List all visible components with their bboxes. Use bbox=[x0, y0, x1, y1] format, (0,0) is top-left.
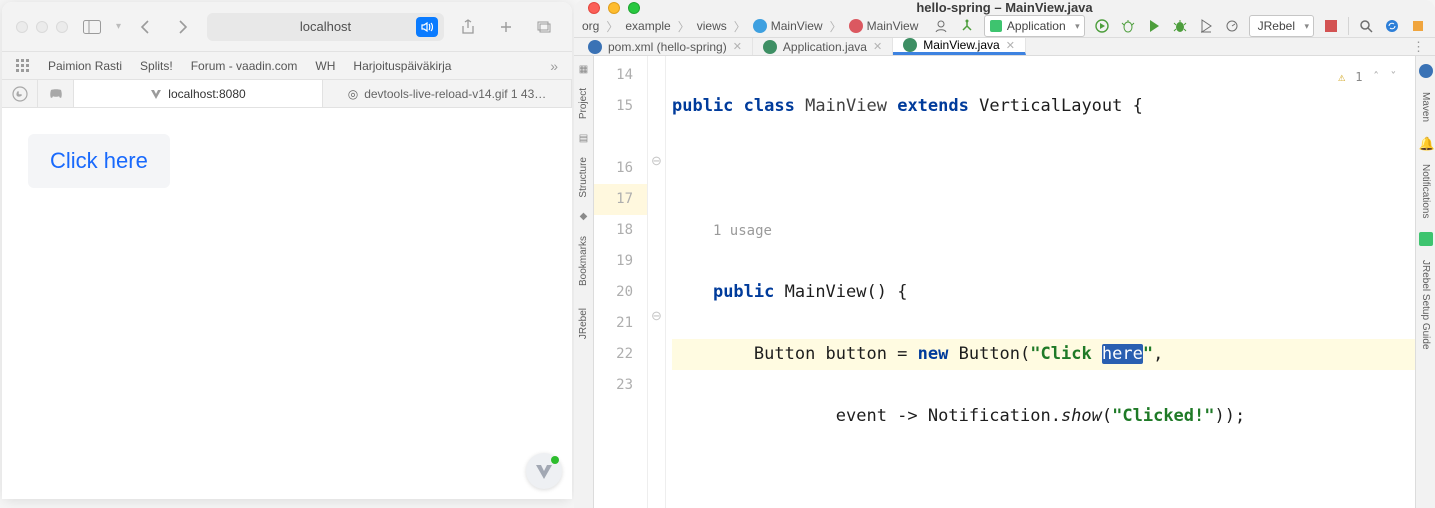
close-icon[interactable]: ✕ bbox=[733, 40, 742, 53]
selection: here bbox=[1102, 344, 1143, 364]
notification-icon[interactable]: 🔔 bbox=[1419, 136, 1433, 150]
structure-icon[interactable]: ▤ bbox=[577, 131, 591, 145]
rail-structure[interactable]: Structure bbox=[578, 147, 589, 208]
fold-icon[interactable]: ⊖ bbox=[648, 153, 665, 184]
code-area[interactable]: public class MainView extends VerticalLa… bbox=[666, 56, 1415, 508]
safari-toolbar: ▾ localhost bbox=[2, 2, 572, 52]
fold-icon[interactable]: ⊖ bbox=[648, 308, 665, 339]
file-tab[interactable]: MainView.java✕ bbox=[893, 38, 1026, 55]
rail-bookmarks[interactable]: Bookmarks bbox=[578, 226, 589, 296]
vaadin-icon bbox=[150, 88, 162, 100]
class-icon bbox=[763, 40, 777, 54]
rail-jrebel[interactable]: JRebel bbox=[578, 298, 589, 349]
bookmark-item[interactable]: Paimion Rasti bbox=[48, 59, 122, 73]
run-icon[interactable] bbox=[1145, 17, 1163, 35]
next-highlight-icon[interactable]: ˇ bbox=[1390, 62, 1397, 93]
click-here-button[interactable]: Click here bbox=[28, 134, 170, 188]
close-icon[interactable]: ✕ bbox=[1006, 39, 1015, 52]
image-icon: ◎ bbox=[348, 87, 358, 101]
inspection-badges[interactable]: ⚠1 ˆ ˇ bbox=[1338, 62, 1397, 93]
tab-label: localhost:8080 bbox=[168, 87, 245, 101]
bookmark-item[interactable]: Forum - vaadin.com bbox=[191, 59, 298, 73]
gutter[interactable]: 14 15 16 17 18 19 20 21 22 23 bbox=[594, 56, 648, 508]
run-config-select[interactable]: Application bbox=[984, 15, 1085, 37]
branch-icon[interactable] bbox=[958, 17, 976, 35]
profile-icon[interactable] bbox=[1223, 17, 1241, 35]
bookmark-icon[interactable]: ◆ bbox=[577, 210, 591, 224]
maven-icon[interactable] bbox=[1419, 64, 1433, 78]
browser-tab[interactable]: localhost:8080 bbox=[74, 80, 323, 107]
ide-window: hello-spring – MainView.java org〉 exampl… bbox=[574, 0, 1435, 508]
pinned-tab-whatsapp[interactable] bbox=[2, 80, 38, 107]
rail-maven[interactable]: Maven bbox=[1420, 82, 1431, 132]
editor-file-tabs: pom.xml (hello-spring)✕ Application.java… bbox=[574, 38, 1435, 56]
new-tab-icon[interactable] bbox=[492, 15, 520, 39]
apps-icon[interactable] bbox=[16, 59, 30, 73]
jrebel-debug-icon[interactable] bbox=[1119, 17, 1137, 35]
file-tab[interactable]: Application.java✕ bbox=[753, 38, 893, 55]
bookmark-item[interactable]: WH bbox=[315, 59, 335, 73]
warning-icon[interactable]: ⚠ bbox=[1338, 62, 1345, 93]
coverage-icon[interactable] bbox=[1197, 17, 1215, 35]
title-text: hello-spring – MainView.java bbox=[916, 0, 1092, 15]
tab-row: localhost:8080 ◎ devtools-live-reload-v1… bbox=[2, 80, 572, 108]
close-icon[interactable]: ✕ bbox=[873, 40, 882, 53]
rail-notifications[interactable]: Notifications bbox=[1420, 154, 1431, 228]
breadcrumb[interactable]: org〉 example〉 views〉 MainView〉 MainView bbox=[582, 18, 918, 35]
debug-icon[interactable] bbox=[1171, 17, 1189, 35]
tabs-overview-icon[interactable] bbox=[530, 15, 558, 39]
sidebar-toggle-icon[interactable] bbox=[78, 15, 106, 39]
main-toolbar: org〉 example〉 views〉 MainView〉 MainView … bbox=[574, 15, 1435, 38]
bookmark-bar: Paimion Rasti Splits! Forum - vaadin.com… bbox=[2, 52, 572, 80]
browser-tab[interactable]: ◎ devtools-live-reload-v14.gif 1 43… bbox=[323, 80, 572, 107]
pinned-tab-discord[interactable] bbox=[38, 80, 74, 107]
class-icon bbox=[903, 38, 917, 52]
bookmark-item[interactable]: Splits! bbox=[140, 59, 173, 73]
bookmark-overflow-icon[interactable]: » bbox=[550, 58, 558, 74]
file-tab[interactable]: pom.xml (hello-spring)✕ bbox=[578, 38, 753, 55]
vaadin-devtools-icon[interactable] bbox=[526, 453, 562, 489]
maven-icon bbox=[588, 40, 602, 54]
prev-highlight-icon[interactable]: ˆ bbox=[1373, 62, 1380, 93]
page-content: Click here bbox=[2, 108, 572, 499]
jrebel-select[interactable]: JRebel bbox=[1249, 15, 1314, 37]
bookmark-item[interactable]: Harjoituspäiväkirja bbox=[353, 59, 451, 73]
tab-menu-icon[interactable]: ⋮ bbox=[1402, 38, 1435, 55]
jrebel-run-icon[interactable] bbox=[1093, 17, 1111, 35]
safari-window: ▾ localhost Paimion Rasti Splits! Forum bbox=[2, 2, 572, 499]
user-icon[interactable] bbox=[932, 17, 950, 35]
ide-titlebar: hello-spring – MainView.java bbox=[574, 0, 1435, 15]
search-icon[interactable] bbox=[1357, 17, 1375, 35]
right-tool-rail: Maven 🔔 Notifications JRebel Setup Guide bbox=[1415, 56, 1435, 508]
rail-jrebel-guide[interactable]: JRebel Setup Guide bbox=[1420, 250, 1431, 360]
stop-icon[interactable] bbox=[1322, 17, 1340, 35]
url-field[interactable]: localhost bbox=[207, 13, 444, 41]
class-icon bbox=[753, 19, 767, 33]
editor: ▦ Project ▤ Structure ◆ Bookmarks JRebel… bbox=[574, 56, 1435, 508]
rail-project[interactable]: Project bbox=[578, 78, 589, 129]
url-text: localhost bbox=[300, 19, 351, 34]
audio-icon[interactable] bbox=[416, 17, 438, 37]
tab-label: devtools-live-reload-v14.gif 1 43… bbox=[364, 87, 546, 101]
method-icon bbox=[849, 19, 863, 33]
gutter-marks: ⊖ ⊖ bbox=[648, 56, 666, 508]
usage-hint[interactable]: 1 usage bbox=[713, 223, 772, 239]
ide-settings-icon[interactable] bbox=[1409, 17, 1427, 35]
left-tool-rail: ▦ Project ▤ Structure ◆ Bookmarks JRebel bbox=[574, 56, 594, 508]
project-icon[interactable]: ▦ bbox=[577, 62, 591, 76]
share-icon[interactable] bbox=[454, 15, 482, 39]
jrebel-icon[interactable] bbox=[1419, 232, 1433, 246]
sync-icon[interactable] bbox=[1383, 17, 1401, 35]
back-icon[interactable] bbox=[131, 15, 159, 39]
window-traffic-lights[interactable] bbox=[16, 21, 68, 33]
forward-icon[interactable] bbox=[169, 15, 197, 39]
